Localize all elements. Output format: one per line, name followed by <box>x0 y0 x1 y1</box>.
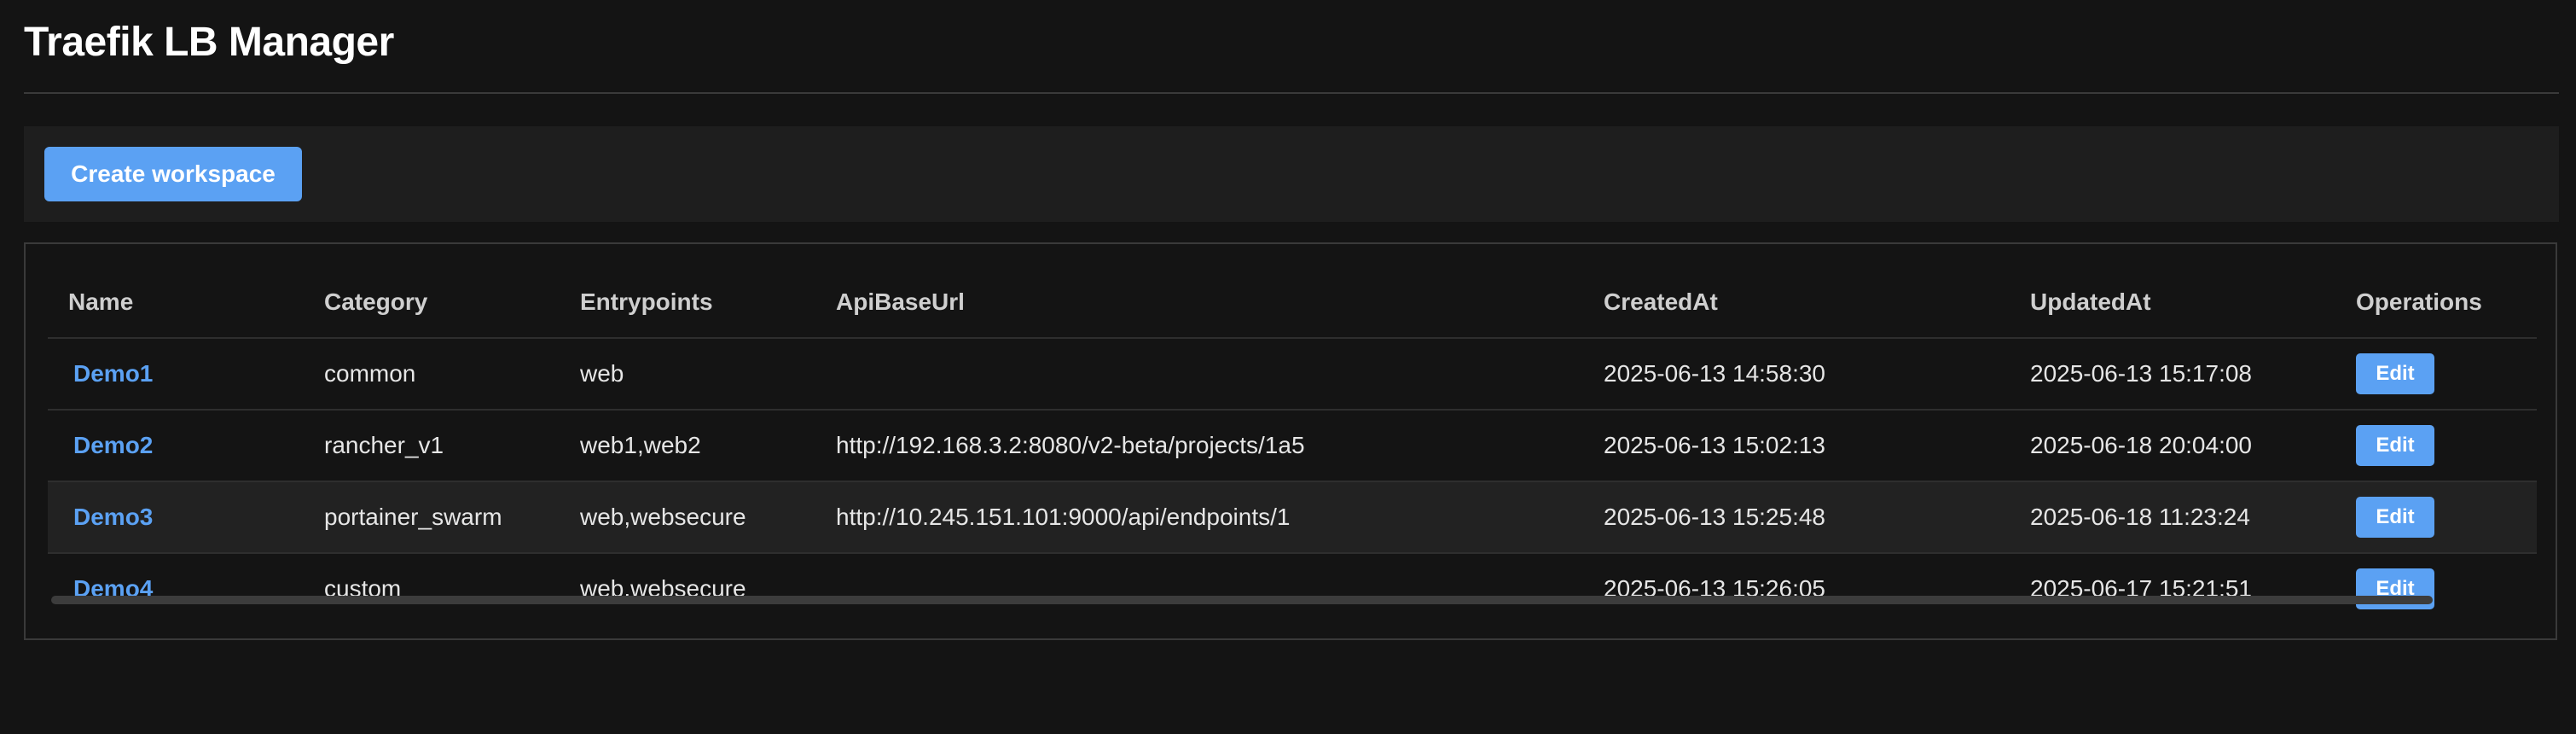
column-header-name: Name <box>48 266 304 339</box>
cell-updated-at: 2025-06-17 15:21:51 <box>2010 553 2335 620</box>
cell-api-base-url <box>815 338 1583 411</box>
cell-updated-at: 2025-06-13 15:17:08 <box>2010 338 2335 411</box>
cell-api-base-url: http://10.245.151.101:9000/api/endpoints… <box>815 481 1583 554</box>
horizontal-scrollbar-thumb[interactable] <box>51 596 2433 604</box>
column-header-created-at: CreatedAt <box>1583 266 2010 339</box>
cell-operations: Edit <box>2335 338 2537 411</box>
create-workspace-button[interactable]: Create workspace <box>44 147 302 201</box>
column-header-category: Category <box>304 266 560 339</box>
edit-button[interactable]: Edit <box>2356 425 2434 466</box>
cell-operations: Edit <box>2335 410 2537 482</box>
cell-created-at: 2025-06-13 14:58:30 <box>1583 338 2010 411</box>
column-header-api-base-url: ApiBaseUrl <box>815 266 1583 339</box>
cell-updated-at: 2025-06-18 20:04:00 <box>2010 410 2335 482</box>
workspace-name-link[interactable]: Demo3 <box>68 504 153 530</box>
cell-api-base-url: http://192.168.3.2:8080/v2-beta/projects… <box>815 410 1583 482</box>
cell-name: Demo3 <box>48 481 304 554</box>
page-title: Traefik LB Manager <box>24 20 394 65</box>
table-row: Demo3 portainer_swarm web,websecure http… <box>48 481 2537 554</box>
cell-category: common <box>304 338 560 411</box>
table-row: Demo1 common web 2025-06-13 14:58:30 202… <box>48 338 2537 411</box>
cell-updated-at: 2025-06-18 11:23:24 <box>2010 481 2335 554</box>
cell-operations: Edit <box>2335 481 2537 554</box>
cell-name: Demo1 <box>48 338 304 411</box>
cell-created-at: 2025-06-13 15:02:13 <box>1583 410 2010 482</box>
column-header-entrypoints: Entrypoints <box>560 266 815 339</box>
page: Traefik LB Manager Create workspace Name… <box>0 0 2576 734</box>
cell-entrypoints: web,websecure <box>560 553 815 620</box>
title-divider <box>24 92 2559 94</box>
cell-name: Demo2 <box>48 410 304 482</box>
cell-category: custom <box>304 553 560 620</box>
cell-name: Demo4 <box>48 553 304 620</box>
horizontal-scrollbar[interactable] <box>48 594 2537 606</box>
cell-created-at: 2025-06-13 15:26:05 <box>1583 553 2010 620</box>
table-row: Demo4 custom web,websecure 2025-06-13 15… <box>48 553 2537 620</box>
table-header-row: Name Category Entrypoints ApiBaseUrl Cre… <box>48 266 2537 339</box>
workspace-table: Name Category Entrypoints ApiBaseUrl Cre… <box>48 266 2537 620</box>
column-header-updated-at: UpdatedAt <box>2010 266 2335 339</box>
cell-entrypoints: web <box>560 338 815 411</box>
workspace-name-link[interactable]: Demo1 <box>68 360 153 387</box>
cell-api-base-url <box>815 553 1583 620</box>
column-header-operations: Operations <box>2335 266 2537 339</box>
table-scroll-area[interactable]: Name Category Entrypoints ApiBaseUrl Cre… <box>48 266 2537 620</box>
workspace-table-card: Name Category Entrypoints ApiBaseUrl Cre… <box>24 242 2557 640</box>
table-row: Demo2 rancher_v1 web1,web2 http://192.16… <box>48 410 2537 482</box>
workspace-name-link[interactable]: Demo2 <box>68 432 153 458</box>
cell-operations: Edit <box>2335 553 2537 620</box>
cell-category: rancher_v1 <box>304 410 560 482</box>
cell-created-at: 2025-06-13 15:25:48 <box>1583 481 2010 554</box>
cell-entrypoints: web,websecure <box>560 481 815 554</box>
toolbar: Create workspace <box>24 126 2559 222</box>
cell-category: portainer_swarm <box>304 481 560 554</box>
cell-entrypoints: web1,web2 <box>560 410 815 482</box>
edit-button[interactable]: Edit <box>2356 353 2434 394</box>
edit-button[interactable]: Edit <box>2356 497 2434 538</box>
